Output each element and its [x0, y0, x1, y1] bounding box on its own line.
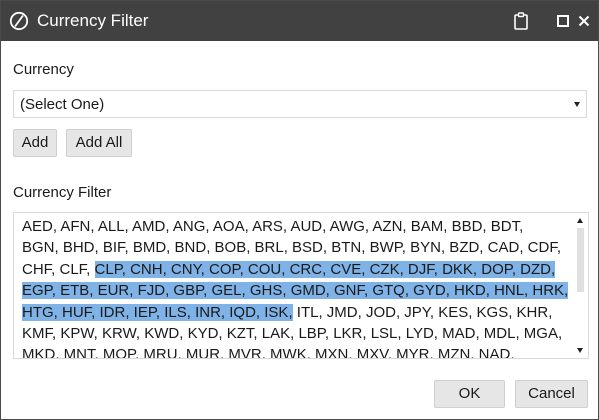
text-line: EGP, ETB, EUR, FJD, GBP, GEL, GHS, GMD, …: [22, 280, 569, 301]
cancel-button[interactable]: Cancel: [515, 380, 588, 408]
close-button[interactable]: [573, 10, 595, 32]
currency-filter-dialog: Currency Filter Currency (Select One) Ad…: [0, 0, 599, 420]
text-line: MKD, MNT, MOP, MRU, MUR, MVR, MWK, MXN, …: [22, 346, 515, 359]
currency-filter-label: Currency Filter: [13, 184, 112, 201]
selected-text: EGP, ETB, EUR, FJD, GBP, GEL, GHS, GMD, …: [22, 282, 569, 300]
scrollbar-thumb[interactable]: [577, 228, 584, 292]
currency-filter-text: AED, AFN, ALL, AMD, ANG, AOA, ARS, AUD, …: [22, 216, 569, 359]
vertical-scrollbar[interactable]: [574, 214, 587, 357]
clipboard-icon: [514, 12, 528, 30]
currency-label: Currency: [13, 61, 74, 78]
add-button[interactable]: Add: [13, 129, 57, 157]
chevron-down-icon: [574, 102, 580, 107]
selected-text: CLP, CNH, CNY, COP, COU, CRC, CVE, CZK, …: [94, 260, 556, 278]
selected-text: HTG, HUF, IDR, IEP, ILS, INR, IQD, ISK,: [22, 303, 293, 321]
maximize-icon: [557, 15, 569, 27]
add-all-button[interactable]: Add All: [66, 129, 132, 157]
text-line: BGN, BHD, BIF, BMD, BND, BOB, BRL, BSD, …: [22, 239, 561, 257]
scroll-down-icon[interactable]: [577, 348, 583, 353]
text-line: CHF, CLF, CLP, CNH, CNY, COP, COU, CRC, …: [22, 260, 556, 278]
app-logo-icon: [9, 11, 29, 31]
currency-select[interactable]: (Select One): [13, 90, 587, 118]
window-title: Currency Filter: [37, 11, 149, 30]
currency-select-value: (Select One): [20, 96, 105, 113]
scroll-up-icon[interactable]: [577, 218, 583, 223]
ok-button[interactable]: OK: [434, 380, 505, 408]
clipboard-button[interactable]: [510, 10, 532, 32]
close-icon: [578, 15, 590, 27]
text-line: AED, AFN, ALL, AMD, ANG, AOA, ARS, AUD, …: [22, 218, 524, 235]
maximize-button[interactable]: [552, 10, 574, 32]
currency-filter-textarea[interactable]: AED, AFN, ALL, AMD, ANG, AOA, ARS, AUD, …: [13, 212, 589, 359]
text-line: HTG, HUF, IDR, IEP, ILS, INR, IQD, ISK, …: [22, 303, 553, 321]
title-bar[interactable]: Currency Filter: [1, 1, 598, 41]
text-line: KMF, KPW, KRW, KWD, KYD, KZT, LAK, LBP, …: [22, 325, 563, 343]
